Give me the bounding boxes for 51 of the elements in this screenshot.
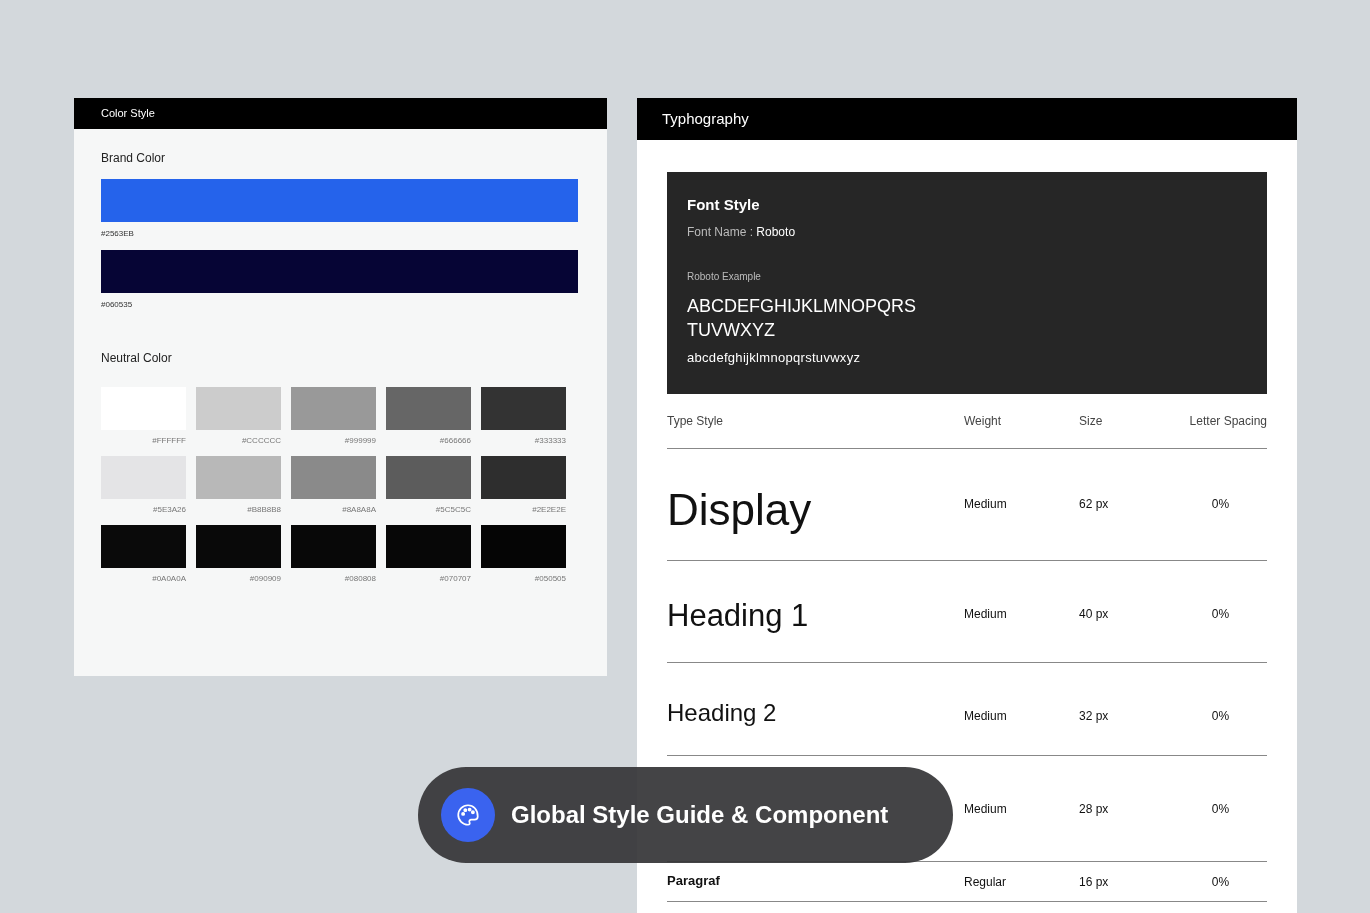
color-code: #070707 (438, 573, 471, 585)
color-code: #080808 (343, 573, 376, 585)
color-code: #FFFFFF (151, 435, 186, 447)
table-cell: 32 px (1079, 709, 1109, 723)
table-cell: 0% (1211, 497, 1230, 511)
color-code: #5C5C5C (434, 504, 471, 516)
table-cell: Medium (964, 802, 1007, 816)
table-cell: Medium (964, 607, 1007, 621)
table-cell: 0% (1211, 607, 1230, 621)
color-code: #CCCCCC (240, 435, 281, 447)
color-code: #333333 (533, 435, 566, 447)
column-header: Type Style (667, 413, 725, 430)
table-cell: Medium (964, 709, 1007, 723)
palette-icon (441, 788, 495, 842)
table-cell: 62 px (1079, 497, 1109, 511)
lowercase-sample: abcdefghijklmnopqrstuvwxyz (687, 348, 862, 367)
table-cell: 0% (1211, 875, 1230, 889)
column-header: Weight (964, 413, 1003, 430)
panel-title: Color Style (74, 98, 607, 129)
color-code: #999999 (343, 435, 376, 447)
table-cell: 0% (1211, 709, 1230, 723)
example-label: Roboto Example (687, 269, 762, 284)
color-code: #8A8A8A (341, 504, 376, 516)
color-code: #060535 (101, 299, 134, 311)
color-code: #B8B8B8 (246, 504, 281, 516)
table-cell: Medium (964, 497, 1007, 511)
table-cell: 0% (1211, 802, 1230, 816)
section-heading: Neutral Color (101, 350, 173, 367)
color-code: #090909 (248, 573, 281, 585)
type-style-sample: Heading 1 (667, 598, 809, 633)
font-name-text: Font Name : Roboto (687, 223, 797, 241)
column-header: Size (1079, 413, 1104, 430)
type-style-sample: Display (667, 485, 812, 534)
color-code: #050505 (533, 573, 566, 585)
type-style-sample: Paragraf (667, 873, 720, 888)
color-code: #5E3A26 (152, 504, 186, 516)
column-header: Letter Spacing (1188, 413, 1267, 430)
table-cell: Regular (964, 875, 1007, 889)
color-code: #2E2E2E (531, 504, 566, 516)
table-cell: 28 px (1079, 802, 1109, 816)
table-cell: 16 px (1079, 875, 1109, 889)
color-code: #0A0A0A (151, 573, 186, 585)
section-heading: Brand Color (101, 150, 167, 167)
table-cell: 40 px (1079, 607, 1109, 621)
color-code: #2563EB (101, 228, 135, 240)
card-heading: Font Style (687, 195, 761, 215)
banner-title: Global Style Guide & Component (511, 800, 889, 830)
panel-title: Typhography (637, 98, 1297, 140)
color-code: #666666 (438, 435, 471, 447)
type-style-sample: Heading 2 (667, 699, 777, 726)
uppercase-sample: ABCDEFGHIJKLMNOPQRS TUVWXYZ (687, 294, 917, 342)
